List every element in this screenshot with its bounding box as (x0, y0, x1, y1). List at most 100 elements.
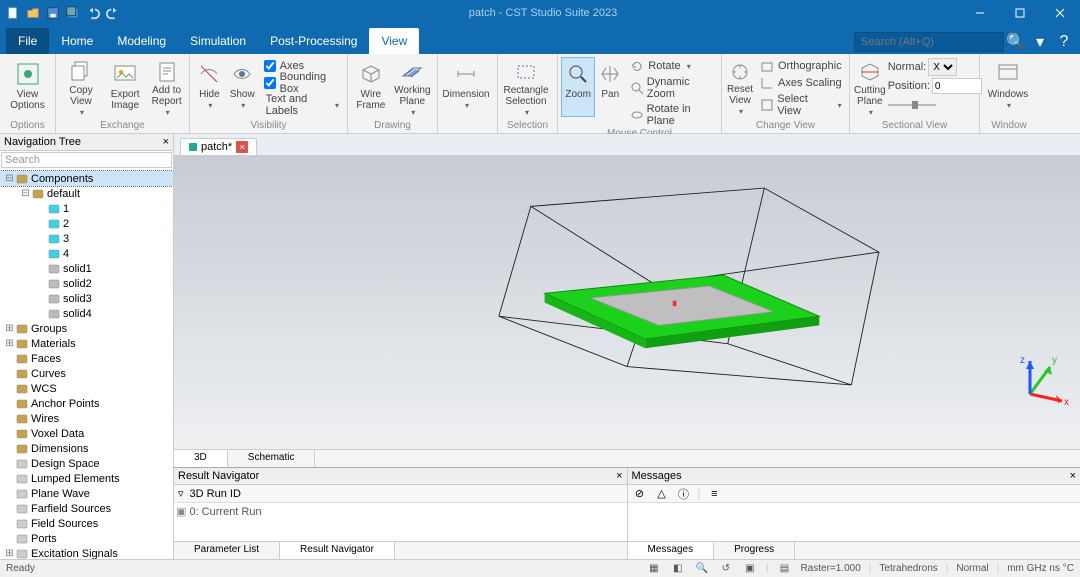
messages-close-icon[interactable]: × (1070, 470, 1076, 482)
tree-node[interactable]: solid4 (0, 306, 173, 321)
axes-scaling-button[interactable]: Axes Scaling (756, 75, 846, 91)
rectangle-selection-button[interactable]: Rectangle Selection▾ (502, 58, 550, 116)
result-nav-close-icon[interactable]: × (616, 470, 622, 482)
tree-node[interactable]: Faces (0, 351, 173, 366)
copy-view-button[interactable]: Copy View▾ (60, 58, 102, 116)
tree-twisty-icon[interactable]: ⊟ (4, 173, 15, 184)
tree-twisty-icon[interactable]: ⊟ (20, 188, 31, 199)
msg-info-icon[interactable]: ⓘ (676, 487, 692, 501)
nav-tree-close-icon[interactable]: × (163, 136, 169, 148)
tree[interactable]: ⊟Components⊟default1234solid1solid2solid… (0, 169, 173, 559)
filter-icon[interactable]: ▿ (178, 487, 184, 500)
tree-node[interactable]: Ports (0, 531, 173, 546)
tree-node[interactable]: 2 (0, 216, 173, 231)
tree-node[interactable]: WCS (0, 381, 173, 396)
pan-button[interactable]: Pan (596, 58, 624, 116)
tree-twisty-icon[interactable]: ⊞ (4, 338, 15, 349)
tree-node[interactable]: Lumped Elements (0, 471, 173, 486)
tree-node[interactable]: solid1 (0, 261, 173, 276)
menu-postprocessing[interactable]: Post-Processing (258, 28, 369, 54)
tree-twisty-icon[interactable]: ⊞ (4, 548, 15, 559)
qat-new-icon[interactable] (4, 4, 22, 22)
msg-warn-icon[interactable]: △ (654, 487, 670, 501)
position-input[interactable] (932, 78, 982, 94)
msg-error-icon[interactable]: ⊘ (632, 487, 648, 501)
status-icon-3[interactable]: 🔍 (694, 562, 710, 576)
rotate-button[interactable]: Rotate▾ (626, 58, 717, 74)
qat-save-icon[interactable] (44, 4, 62, 22)
search-input[interactable] (854, 32, 1004, 52)
dynamic-zoom-button[interactable]: Dynamic Zoom (626, 75, 717, 101)
document-tab[interactable]: patch*× (180, 138, 257, 155)
search-go-icon[interactable]: 🔍 (1004, 30, 1028, 54)
rotate-in-plane-button[interactable]: Rotate in Plane (626, 102, 717, 128)
view-tab-3d[interactable]: 3D (174, 450, 228, 467)
ribbon-collapse-icon[interactable]: ▾ (1028, 30, 1052, 54)
qat-open-icon[interactable] (24, 4, 42, 22)
show-button[interactable]: Show▾ (227, 58, 258, 116)
tab-messages[interactable]: Messages (628, 542, 715, 559)
export-image-button[interactable]: Export Image (104, 58, 146, 116)
close-button[interactable] (1040, 0, 1080, 26)
status-icon-6[interactable]: ▤ (776, 562, 792, 576)
help-icon[interactable]: ? (1052, 30, 1076, 54)
menu-file[interactable]: File (6, 28, 49, 54)
hide-button[interactable]: Hide▾ (194, 58, 225, 116)
qat-undo-icon[interactable] (84, 4, 102, 22)
tree-node[interactable]: 3 (0, 231, 173, 246)
working-plane-button[interactable]: Working Plane▾ (392, 58, 433, 116)
menu-simulation[interactable]: Simulation (178, 28, 258, 54)
menu-home[interactable]: Home (49, 28, 105, 54)
tree-node[interactable]: 4 (0, 246, 173, 261)
status-icon-1[interactable]: ▦ (646, 562, 662, 576)
zoom-button[interactable]: Zoom (562, 58, 594, 116)
qat-redo-icon[interactable] (104, 4, 122, 22)
nav-tree-search[interactable] (1, 152, 172, 168)
position-slider[interactable] (888, 104, 936, 106)
tree-node[interactable]: ⊞Groups (0, 321, 173, 336)
cutting-plane-button[interactable]: Cutting Plane▾ (854, 58, 886, 116)
msg-clear-icon[interactable]: ≡ (706, 487, 722, 501)
tree-node[interactable]: Plane Wave (0, 486, 173, 501)
status-icon-2[interactable]: ◧ (670, 562, 686, 576)
menu-modeling[interactable]: Modeling (105, 28, 178, 54)
doc-close-icon[interactable]: × (236, 141, 248, 153)
tree-node[interactable]: 1 (0, 201, 173, 216)
menu-view[interactable]: View (369, 28, 419, 54)
tree-node[interactable]: Curves (0, 366, 173, 381)
windows-button[interactable]: Windows▾ (984, 58, 1032, 116)
tree-node[interactable]: Anchor Points (0, 396, 173, 411)
select-view-button[interactable]: Select View▾ (756, 92, 846, 118)
tree-node[interactable]: Field Sources (0, 516, 173, 531)
reset-view-button[interactable]: Reset View▾ (726, 58, 754, 116)
tree-node[interactable]: ⊞Excitation Signals (0, 546, 173, 559)
orthographic-button[interactable]: Orthographic (756, 58, 846, 74)
bounding-box-checkbox[interactable]: Bounding Box (262, 75, 343, 91)
tab-progress[interactable]: Progress (714, 542, 795, 559)
tree-node[interactable]: ⊟default (0, 186, 173, 201)
tree-twisty-icon[interactable]: ⊞ (4, 323, 15, 334)
tree-node[interactable]: ⊞Materials (0, 336, 173, 351)
add-to-report-button[interactable]: Add to Report▾ (148, 58, 185, 116)
view-tab-schematic[interactable]: Schematic (228, 450, 316, 467)
status-icon-4[interactable]: ↺ (718, 562, 734, 576)
run-row[interactable]: 0: Current Run (189, 506, 261, 518)
maximize-button[interactable] (1000, 0, 1040, 26)
status-icon-5[interactable]: ▣ (742, 562, 758, 576)
3d-viewport[interactable]: x y z (174, 156, 1080, 449)
wireframe-button[interactable]: Wire Frame (352, 58, 390, 116)
tab-result-navigator[interactable]: Result Navigator (280, 542, 395, 559)
tree-node[interactable]: Wires (0, 411, 173, 426)
tree-node[interactable]: solid2 (0, 276, 173, 291)
tab-parameter-list[interactable]: Parameter List (174, 542, 280, 559)
tree-node[interactable]: Farfield Sources (0, 501, 173, 516)
dimension-button[interactable]: Dimension▾ (442, 58, 490, 116)
tree-node[interactable]: Design Space (0, 456, 173, 471)
normal-select[interactable]: X (928, 58, 957, 76)
text-labels-button[interactable]: Text and Labels▾ (262, 92, 343, 118)
view-options-button[interactable]: View Options (4, 58, 51, 116)
tree-node[interactable]: solid3 (0, 291, 173, 306)
tree-node[interactable]: ⊟Components (0, 171, 173, 186)
qat-saveall-icon[interactable] (64, 4, 82, 22)
minimize-button[interactable] (960, 0, 1000, 26)
